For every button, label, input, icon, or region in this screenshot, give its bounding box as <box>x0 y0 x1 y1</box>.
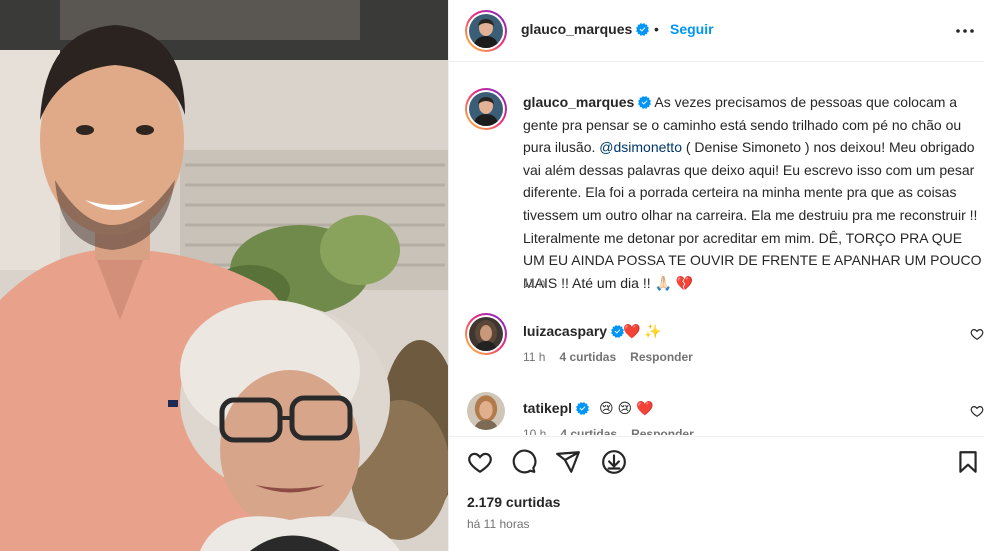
verified-badge-icon <box>636 23 650 36</box>
post-image <box>0 0 448 551</box>
post-caption: glauco_marques As vezes precisamos de pe… <box>523 91 983 294</box>
post-header: glauco_marques • Seguir <box>449 0 984 62</box>
post-timestamp[interactable]: há 11 horas <box>467 517 530 531</box>
likes-count[interactable]: 2.179 curtidas <box>467 494 560 510</box>
reply-button[interactable]: Responder <box>630 350 693 364</box>
comments-scroll-area[interactable]: glauco_marques As vezes precisamos de pe… <box>449 63 984 435</box>
caption-mention-link[interactable]: @dsimonetto <box>599 139 682 155</box>
author-avatar-image <box>469 14 503 48</box>
post-side-panel: glauco_marques • Seguir glauco_marques A… <box>448 0 984 551</box>
post-actions: 2.179 curtidas há 11 horas <box>449 436 984 551</box>
comment-likes[interactable]: 4 curtidas <box>560 427 617 435</box>
reply-button[interactable]: Responder <box>631 427 694 435</box>
comment-username[interactable]: luizacaspary <box>523 323 625 339</box>
commenter-avatar[interactable] <box>467 392 505 430</box>
share-icon[interactable] <box>555 449 581 475</box>
caption-author-avatar-image <box>469 92 503 126</box>
follow-button[interactable]: Seguir <box>670 21 714 37</box>
commenter-avatar-image <box>467 392 505 430</box>
more-horizontal-icon[interactable] <box>953 21 977 41</box>
commenter-avatar[interactable] <box>465 313 507 355</box>
comment-icon[interactable] <box>511 449 537 475</box>
comment-heart-icon[interactable] <box>970 327 984 341</box>
caption-author-avatar[interactable] <box>465 88 507 130</box>
comment-text: ❤️ ✨ <box>623 323 662 339</box>
heart-icon[interactable] <box>467 449 493 475</box>
commenter-avatar-image <box>469 317 503 351</box>
download-icon[interactable] <box>601 449 627 475</box>
comment-meta: 10 h 4 curtidas Responder <box>523 427 708 435</box>
comment-time[interactable]: 11 h <box>523 350 545 364</box>
comment-time[interactable]: 10 h <box>523 427 546 435</box>
verified-badge-icon <box>576 402 590 415</box>
verified-badge-icon <box>638 96 652 109</box>
header-separator: • <box>654 21 659 37</box>
comment-meta: 11 h 4 curtidas Responder <box>523 350 707 364</box>
post-photo[interactable] <box>0 0 448 551</box>
caption-text-part2: ( Denise Simoneto ) nos deixou! Meu obri… <box>523 139 982 291</box>
comment-username[interactable]: tatikepl <box>523 400 590 416</box>
caption-timestamp[interactable]: 11 h <box>523 276 545 290</box>
comment-heart-icon[interactable] <box>970 404 984 418</box>
bookmark-icon[interactable] <box>955 449 981 475</box>
comment-item: tatikepl 😢 😢 ❤️ 10 h 4 curtidas Responder <box>465 390 984 435</box>
comment-likes[interactable]: 4 curtidas <box>559 350 616 364</box>
author-avatar[interactable] <box>465 10 507 52</box>
comment-item: luizacaspary ❤️ ✨ 11 h 4 curtidas Responde… <box>465 313 984 373</box>
caption-username[interactable]: glauco_marques <box>523 94 634 110</box>
author-username[interactable]: glauco_marques <box>521 21 650 37</box>
comment-text: 😢 😢 ❤️ <box>599 400 654 416</box>
